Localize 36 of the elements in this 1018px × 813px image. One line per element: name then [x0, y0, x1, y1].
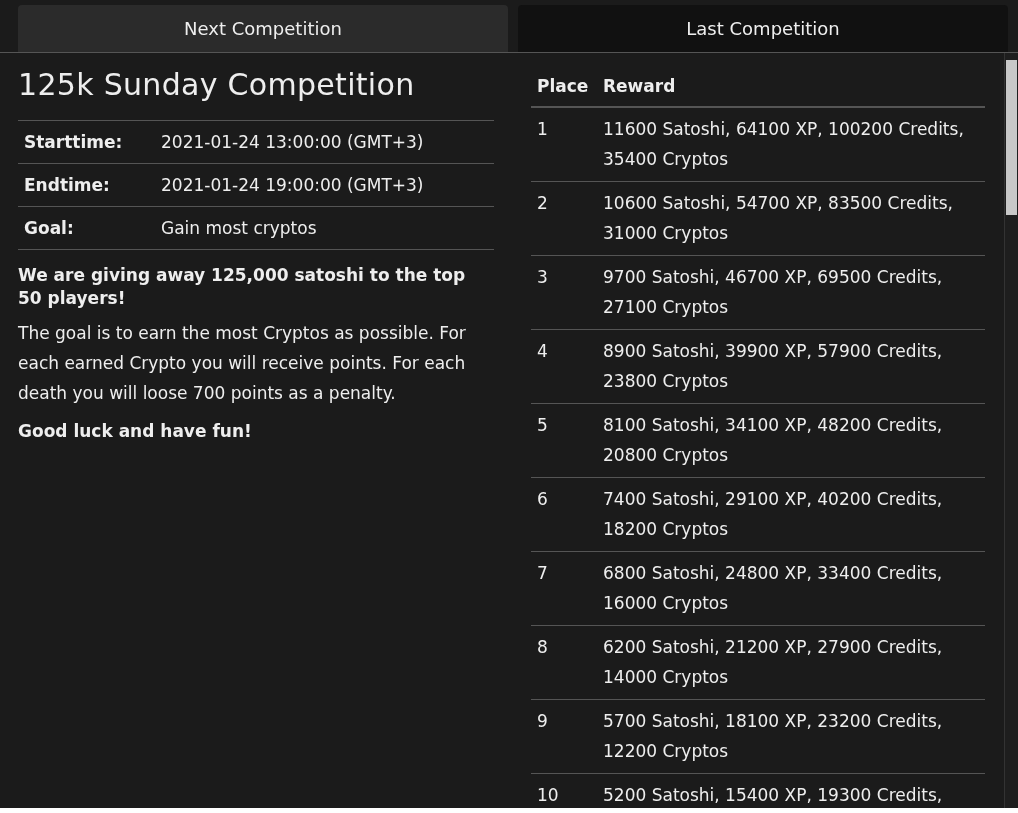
reward-cell: 8900 Satoshi, 39900 XP, 57900 Credits, 23800 Cryptos: [597, 329, 985, 404]
place-cell: 10: [531, 773, 597, 808]
place-cell: 5: [531, 403, 597, 478]
place-cell: 7: [531, 551, 597, 626]
place-cell: 2: [531, 181, 597, 256]
rules-text: The goal is to earn the most Cryptos as possible. For each earned Crypto you will receive points. For each death you will loose 700 points as a penalty.: [18, 322, 467, 405]
competition-tab[interactable]: Next Competition: [18, 5, 508, 52]
prize-headline: We are giving away 125,000 satoshi to the top 50 players!: [18, 264, 467, 310]
scrollbar-track[interactable]: [1004, 53, 1018, 808]
place-cell: 1: [531, 107, 597, 182]
detail-value: 2021-01-24 13:00:00 (GMT+3): [155, 120, 494, 164]
reward-cell: 6800 Satoshi, 24800 XP, 33400 Credits, 16000 Cryptos: [597, 551, 985, 626]
place-cell: 8: [531, 625, 597, 700]
reward-cell: 5200 Satoshi, 15400 XP, 19300 Credits,: [597, 773, 985, 808]
reward-cell: 7400 Satoshi, 29100 XP, 40200 Credits, 18200 Cryptos: [597, 477, 985, 552]
column-header: Reward: [597, 65, 985, 107]
detail-value: 2021-01-24 19:00:00 (GMT+3): [155, 163, 494, 207]
column-header: Place: [531, 65, 597, 107]
detail-label: Starttime:: [18, 120, 155, 164]
place-cell: 4: [531, 329, 597, 404]
reward-cell: 11600 Satoshi, 64100 XP, 100200 Credits, 35400 Cryptos: [597, 107, 985, 182]
detail-label: Goal:: [18, 206, 155, 250]
competition-title: 125k Sunday Competition: [18, 67, 416, 102]
reward-cell: 8100 Satoshi, 34100 XP, 48200 Credits, 20800 Cryptos: [597, 403, 985, 478]
detail-value: Gain most cryptos: [155, 206, 494, 250]
scrollbar-thumb[interactable]: [1006, 60, 1017, 215]
reward-cell: 5700 Satoshi, 18100 XP, 23200 Credits, 12200 Cryptos: [597, 699, 985, 774]
detail-label: Endtime:: [18, 163, 155, 207]
reward-cell: 6200 Satoshi, 21200 XP, 27900 Credits, 14000 Cryptos: [597, 625, 985, 700]
reward-cell: 9700 Satoshi, 46700 XP, 69500 Credits, 27100 Cryptos: [597, 255, 985, 330]
reward-cell: 10600 Satoshi, 54700 XP, 83500 Credits, 31000 Cryptos: [597, 181, 985, 256]
competition-tab[interactable]: Last Competition: [518, 5, 1008, 52]
place-cell: 3: [531, 255, 597, 330]
place-cell: 6: [531, 477, 597, 552]
closing-text: Good luck and have fun!: [18, 420, 253, 443]
place-cell: 9: [531, 699, 597, 774]
